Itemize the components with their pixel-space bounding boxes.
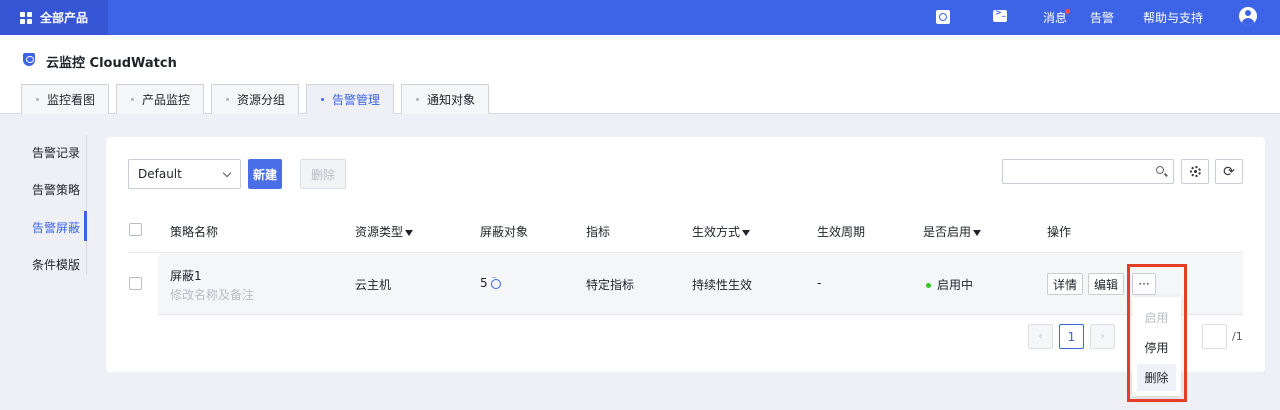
- col-enabled-label: 是否启用: [923, 225, 972, 239]
- metric: 特定指标: [586, 278, 635, 292]
- status-badge: 启用中: [926, 276, 973, 293]
- group-select-value: Default: [138, 167, 182, 181]
- refresh-icon: ⟳: [1223, 163, 1235, 180]
- refresh-button[interactable]: ⟳: [1215, 159, 1243, 184]
- app-header: 云监控 CloudWatch 监控看图 产品监控 资源分组 告警管理 通知对象: [0, 35, 1280, 114]
- alarm-link[interactable]: 告警: [1090, 9, 1114, 26]
- row-checkbox[interactable]: [129, 277, 142, 290]
- chevron-down-icon: [222, 168, 232, 178]
- tab-monitor-charts[interactable]: 监控看图: [21, 84, 109, 114]
- avatar-icon[interactable]: [1239, 7, 1257, 25]
- target-count-value: 5: [480, 276, 488, 290]
- delete-button[interactable]: 删除: [300, 159, 346, 189]
- more-circle-icon[interactable]: [490, 274, 501, 289]
- tab-resource-groups[interactable]: 资源分组: [211, 84, 299, 114]
- group-select[interactable]: Default: [128, 159, 241, 189]
- settings-button[interactable]: [1181, 159, 1209, 184]
- unread-dot: [1065, 9, 1070, 14]
- filter-icon[interactable]: [742, 229, 751, 236]
- col-resource-type[interactable]: 资源类型: [355, 223, 414, 240]
- tab-label: 资源分组: [237, 93, 286, 107]
- table-header: 策略名称 资源类型 屏蔽对象 指标 生效方式 生效周期 是否启用 操作: [128, 213, 1243, 253]
- filter-icon[interactable]: [973, 229, 982, 236]
- col-effect-mode-label: 生效方式: [692, 225, 741, 239]
- highlight-box: [1127, 264, 1187, 402]
- search-icon[interactable]: [936, 10, 950, 24]
- tab-notification-targets[interactable]: 通知对象: [401, 84, 489, 114]
- status-label: 启用中: [937, 278, 974, 292]
- edit-button[interactable]: 编辑: [1088, 273, 1124, 295]
- tab-dot-icon: [321, 98, 324, 101]
- search-input[interactable]: [1002, 159, 1174, 184]
- edit-name-hint[interactable]: 修改名称及备注: [170, 286, 254, 303]
- col-period: 生效周期: [817, 225, 866, 239]
- tab-label: 通知对象: [427, 93, 476, 107]
- messages-link[interactable]: 消息: [1043, 9, 1067, 26]
- help-link[interactable]: 帮助与支持: [1143, 9, 1203, 26]
- tab-alarm-management[interactable]: 告警管理: [306, 84, 394, 114]
- all-products-label: 全部产品: [40, 11, 89, 25]
- tab-label: 监控看图: [47, 93, 96, 107]
- all-products-button[interactable]: 全部产品: [0, 0, 108, 35]
- sidebar-divider: [86, 135, 87, 275]
- period: -: [817, 276, 822, 290]
- target-count[interactable]: 5: [480, 274, 501, 290]
- status-dot-icon: [926, 283, 931, 288]
- detail-button[interactable]: 详情: [1047, 273, 1083, 295]
- col-metric: 指标: [586, 225, 611, 239]
- new-button[interactable]: 新建: [248, 159, 282, 189]
- tab-dot-icon: [416, 98, 419, 101]
- prev-page-button[interactable]: ‹: [1028, 324, 1053, 349]
- col-name: 策略名称: [170, 225, 219, 239]
- cloudwatch-logo-icon: [23, 53, 35, 66]
- page-jump-input[interactable]: [1202, 324, 1227, 349]
- effect-mode: 持续性生效: [692, 278, 753, 292]
- col-target: 屏蔽对象: [480, 225, 529, 239]
- col-actions: 操作: [1047, 225, 1072, 239]
- col-resource-type-label: 资源类型: [355, 225, 404, 239]
- sidebar-item-condition-templates[interactable]: 条件模版: [32, 256, 80, 273]
- sidebar-item-alarm-shield[interactable]: 告警屏蔽: [32, 219, 80, 236]
- tab-product-monitoring[interactable]: 产品监控: [116, 84, 204, 114]
- shield-name: 屏蔽1: [170, 269, 202, 283]
- filter-icon[interactable]: [405, 229, 414, 236]
- grid-icon: [20, 11, 32, 24]
- table-row: 屏蔽1 修改名称及备注 云主机 5 特定指标 持续性生效 - 启用中 详情 编辑…: [158, 254, 1243, 315]
- col-effect-mode[interactable]: 生效方式: [692, 223, 751, 240]
- content-card: Default 新建 删除 ⟳ 策略名称 资源类型 屏蔽对象 指标 生效方式 生…: [106, 137, 1265, 372]
- next-page-button[interactable]: ›: [1090, 324, 1115, 349]
- resource-type: 云主机: [355, 278, 392, 292]
- tab-dot-icon: [131, 98, 134, 101]
- sidebar-active-indicator: [84, 211, 87, 241]
- sidebar-item-alarm-records[interactable]: 告警记录: [32, 144, 80, 161]
- tab-label: 产品监控: [142, 93, 191, 107]
- page-title: 云监控 CloudWatch: [46, 56, 177, 71]
- total-pages: /1: [1232, 330, 1243, 343]
- gear-icon: [1189, 166, 1201, 177]
- top-bar: 全部产品 消息 告警 帮助与支持: [0, 0, 1280, 35]
- sidebar-item-alarm-policies[interactable]: 告警策略: [32, 181, 80, 198]
- tab-dot-icon: [226, 98, 229, 101]
- search-icon: [1156, 166, 1164, 174]
- col-enabled[interactable]: 是否启用: [923, 223, 982, 240]
- terminal-icon[interactable]: [993, 8, 1007, 22]
- page-1-button[interactable]: 1: [1059, 324, 1084, 349]
- select-all-checkbox[interactable]: [129, 223, 142, 236]
- tab-label: 告警管理: [332, 93, 381, 107]
- tab-dot-icon: [36, 98, 39, 101]
